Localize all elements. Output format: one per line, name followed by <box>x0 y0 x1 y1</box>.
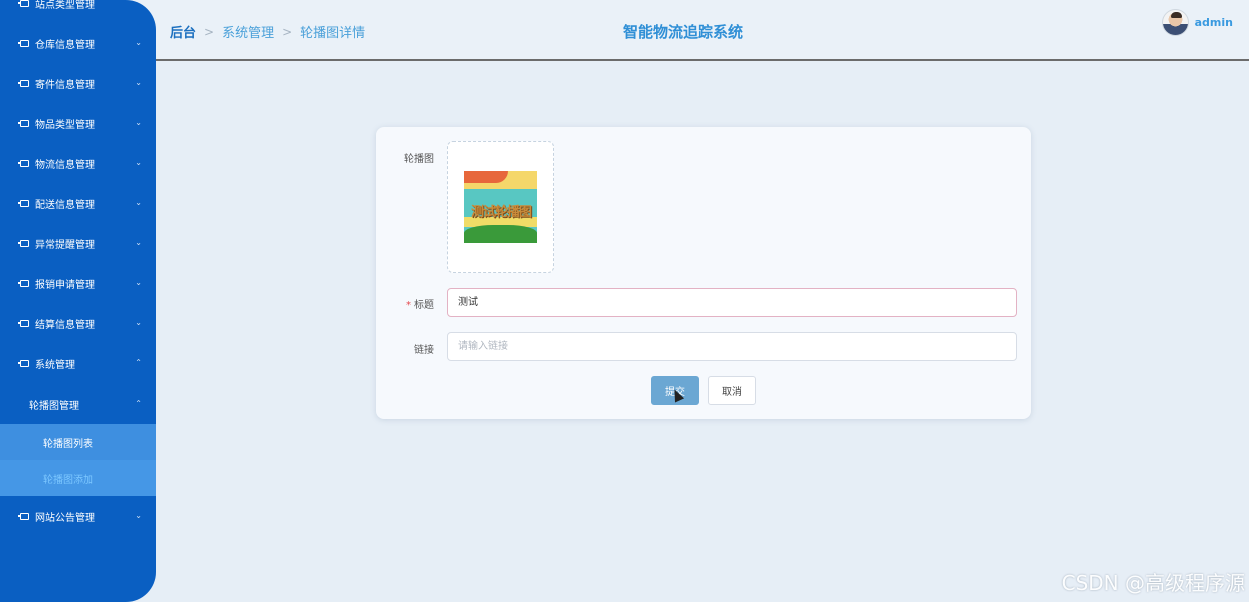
chevron-down-icon: ⌄ <box>135 238 142 247</box>
chevron-down-icon: ⌄ <box>135 158 142 167</box>
watermark: CSDN @高级程序源 <box>1061 571 1245 595</box>
chevron-right-icon: > <box>204 24 215 39</box>
carousel-form: 轮播图 测试轮播图 *标题 测试 链接 提交 取消 <box>376 127 1031 419</box>
chevron-right-icon: > <box>282 24 293 39</box>
chevron-down-icon: ⌄ <box>135 511 142 520</box>
menu-icon <box>18 319 29 327</box>
sidebar-item-system[interactable]: 系统管理 ⌃ <box>0 343 156 383</box>
sidebar-item-label: 轮播图添加 <box>43 474 93 486</box>
breadcrumb-item-system[interactable]: 系统管理 <box>222 22 274 41</box>
chevron-down-icon: ⌄ <box>135 198 142 207</box>
menu-icon <box>18 239 29 247</box>
title-label: * 标题 <box>376 296 434 311</box>
sidebar-item-carousel-list[interactable]: 轮播图列表 <box>0 424 156 460</box>
sidebar-submenu-label: 轮播图管理 <box>29 400 79 412</box>
breadcrumb-item-current: 轮播图详情 <box>300 26 366 41</box>
menu-icon <box>18 359 29 367</box>
menu-icon <box>18 0 29 7</box>
sidebar-item-carousel-add[interactable]: 轮播图添加 <box>0 460 156 496</box>
sidebar-item-label: 异常提醒管理 <box>35 239 95 251</box>
link-input[interactable] <box>447 332 1017 361</box>
sidebar-item-label: 结算信息管理 <box>35 319 95 331</box>
sidebar-item-label: 系统管理 <box>35 359 75 371</box>
sidebar-item-exception[interactable]: 异常提醒管理 ⌄ <box>0 223 156 263</box>
sidebar-item-announcement[interactable]: 网站公告管理 ⌄ <box>0 496 156 536</box>
chevron-down-icon: ⌄ <box>135 38 142 47</box>
cancel-button[interactable]: 取消 <box>708 376 756 405</box>
chevron-up-icon: ⌃ <box>135 358 142 367</box>
sidebar-item-delivery[interactable]: 配送信息管理 ⌄ <box>0 183 156 223</box>
sidebar-item-label: 网站公告管理 <box>35 512 95 524</box>
sidebar-item-label: 物流信息管理 <box>35 159 95 171</box>
chevron-down-icon: ⌄ <box>135 318 142 327</box>
chevron-down-icon: ⌄ <box>135 78 142 87</box>
image-uploader[interactable]: 测试轮播图 <box>447 141 554 273</box>
link-label: 链接 <box>414 345 434 356</box>
app-window: 后台 > 系统管理 > 轮播图详情 智能物流追踪系统 admin 站点类型管理 … <box>0 0 1249 602</box>
sidebar-item-shipment[interactable]: 寄件信息管理 ⌄ <box>0 63 156 103</box>
sidebar-item-label: 物品类型管理 <box>35 119 95 131</box>
thumbnail-text: 测试轮播图 <box>470 205 532 220</box>
chevron-up-icon: ⌃ <box>135 399 142 408</box>
sidebar-item-logistics[interactable]: 物流信息管理 ⌄ <box>0 143 156 183</box>
sidebar-item-settlement[interactable]: 结算信息管理 ⌄ <box>0 303 156 343</box>
sidebar: 站点类型管理 仓库信息管理 ⌄ 寄件信息管理 ⌄ 物品类型管理 ⌄ 物流信息管理… <box>0 0 156 602</box>
top-header: 后台 > 系统管理 > 轮播图详情 智能物流追踪系统 admin <box>0 0 1249 61</box>
breadcrumb: 后台 > 系统管理 > 轮播图详情 <box>170 22 366 42</box>
menu-icon <box>18 512 29 520</box>
sidebar-item-site-type[interactable]: 站点类型管理 <box>0 0 156 23</box>
sidebar-item-label: 仓库信息管理 <box>35 39 95 51</box>
user-menu[interactable]: admin <box>1161 9 1233 36</box>
sidebar-item-label: 报销申请管理 <box>35 279 95 291</box>
sidebar-item-label: 配送信息管理 <box>35 199 95 211</box>
menu-icon <box>18 279 29 287</box>
menu-icon <box>18 79 29 87</box>
menu-icon <box>18 39 29 47</box>
menu-icon <box>18 199 29 207</box>
sidebar-item-label: 轮播图列表 <box>43 438 93 450</box>
title-input[interactable]: 测试 <box>447 288 1017 317</box>
menu-icon <box>18 159 29 167</box>
avatar[interactable] <box>1161 9 1189 36</box>
carousel-thumbnail: 测试轮播图 <box>464 171 537 243</box>
sidebar-item-item-type[interactable]: 物品类型管理 ⌄ <box>0 103 156 143</box>
user-name[interactable]: admin <box>1195 16 1233 29</box>
menu-icon <box>18 119 29 127</box>
sidebar-submenu-carousel[interactable]: 轮播图管理 ⌃ <box>0 384 156 424</box>
sidebar-item-label: 寄件信息管理 <box>35 79 95 91</box>
sidebar-item-label: 站点类型管理 <box>35 0 95 11</box>
breadcrumb-home[interactable]: 后台 <box>170 22 196 41</box>
sidebar-item-reimbursement[interactable]: 报销申请管理 ⌄ <box>0 263 156 303</box>
sidebar-item-warehouse[interactable]: 仓库信息管理 ⌄ <box>0 23 156 63</box>
title-label-text: 标题 <box>414 300 434 311</box>
chevron-down-icon: ⌄ <box>135 118 142 127</box>
image-label: 轮播图 <box>404 154 434 165</box>
required-mark: * <box>406 300 411 311</box>
chevron-down-icon: ⌄ <box>135 278 142 287</box>
